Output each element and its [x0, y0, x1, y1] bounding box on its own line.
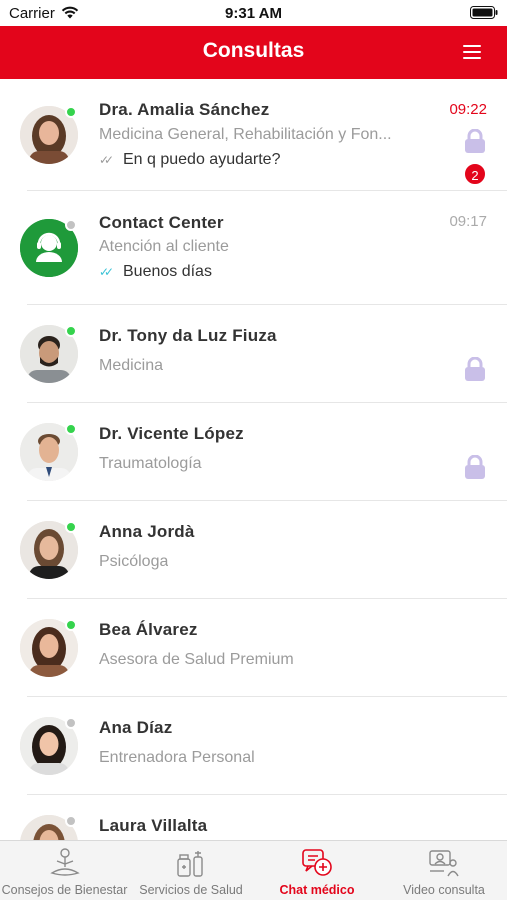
contact-specialty: Asesora de Salud Premium: [99, 651, 294, 668]
lock-icon: [464, 128, 486, 158]
contact-name: Dr. Vicente López: [99, 424, 244, 443]
status-bar: Carrier 9:31 AM: [0, 0, 507, 26]
battery-icon: [470, 6, 498, 24]
conversation-row-laura-villalta[interactable]: Laura Villalta: [0, 795, 507, 840]
conversation-row-contact-center[interactable]: Contact Center Atención al cliente ✓✓ Bue…: [0, 191, 507, 305]
message-time: 09:22: [449, 101, 487, 118]
conversation-row-anna-jorda[interactable]: Anna Jordà Psicóloga: [0, 501, 507, 599]
tab-video-consulta[interactable]: Video consulta: [381, 841, 507, 900]
last-message: ✓✓ En q puedo ayudarte?: [99, 151, 280, 169]
contact-name: Contact Center: [99, 213, 224, 232]
double-check-read-icon: ✓✓: [99, 265, 114, 279]
online-status-indicator: [65, 619, 77, 631]
tab-label: Chat médico: [279, 883, 355, 897]
bottom-tab-bar: Consejos de Bienestar Servicios de Salud…: [0, 840, 507, 900]
nav-bar: Consultas: [0, 26, 507, 79]
avatar: [20, 219, 78, 277]
contact-name: Bea Álvarez: [99, 620, 198, 639]
offline-status-indicator: [65, 717, 77, 729]
online-status-indicator: [65, 106, 77, 118]
unread-count-badge: 2: [463, 162, 487, 186]
contact-name: Ana Díaz: [99, 718, 173, 737]
last-message: ✓✓ Buenos días: [99, 263, 212, 281]
message-time: 09:17: [449, 213, 487, 230]
avatar: [20, 815, 78, 840]
hamburger-menu-icon[interactable]: [463, 45, 481, 59]
contact-name: Dra. Amalia Sánchez: [99, 100, 270, 119]
medical-supplies-icon: [174, 847, 208, 884]
tab-label: Video consulta: [403, 883, 485, 897]
avatar: [20, 521, 78, 579]
contact-specialty: Psicóloga: [99, 553, 169, 570]
contact-name: Laura Villalta: [99, 816, 208, 835]
tab-servicios-de-salud[interactable]: Servicios de Salud: [129, 841, 253, 900]
conversation-row-tony-da-luz-fiuza[interactable]: Dr. Tony da Luz Fiuza Medicina: [0, 305, 507, 403]
contact-name: Anna Jordà: [99, 522, 195, 541]
status-time: 9:31 AM: [225, 5, 282, 22]
online-status-indicator: [65, 325, 77, 337]
contact-specialty: Atención al cliente: [99, 238, 229, 255]
online-status-indicator: [65, 423, 77, 435]
tab-label: Consejos de Bienestar: [1, 883, 128, 897]
video-consultation-icon: [427, 847, 461, 884]
tab-chat-medico[interactable]: Chat médico: [253, 841, 381, 900]
contact-specialty: Traumatología: [99, 455, 202, 472]
conversation-row-amalia-sanchez[interactable]: Dra. Amalia Sánchez Medicina General, Re…: [0, 79, 507, 191]
conversation-row-ana-diaz[interactable]: Ana Díaz Entrenadora Personal: [0, 697, 507, 795]
last-message-text: En q puedo ayudarte?: [123, 151, 281, 168]
meditation-icon: [48, 847, 82, 884]
contact-specialty: Medicina General, Rehabilitación y Fon..…: [99, 126, 392, 143]
offline-status-indicator: [65, 815, 77, 827]
offline-status-indicator: [65, 219, 77, 231]
avatar: [20, 325, 78, 383]
double-check-icon: ✓✓: [99, 153, 114, 167]
avatar: [20, 619, 78, 677]
contact-specialty: Entrenadora Personal: [99, 749, 255, 766]
contact-specialty: Medicina: [99, 357, 164, 374]
conversation-list[interactable]: Dra. Amalia Sánchez Medicina General, Re…: [0, 79, 507, 840]
lock-icon: [464, 356, 486, 386]
online-status-indicator: [65, 521, 77, 533]
page-title: Consultas: [202, 39, 305, 62]
conversation-row-bea-alvarez[interactable]: Bea Álvarez Asesora de Salud Premium: [0, 599, 507, 697]
avatar: [20, 106, 78, 164]
medical-chat-icon: [300, 847, 334, 884]
contact-name: Dr. Tony da Luz Fiuza: [99, 326, 277, 345]
avatar: [20, 423, 78, 481]
avatar: [20, 717, 78, 775]
tab-label: Servicios de Salud: [139, 883, 243, 897]
lock-icon: [464, 454, 486, 484]
tab-consejos-de-bienestar[interactable]: Consejos de Bienestar: [0, 841, 129, 900]
conversation-row-vicente-lopez[interactable]: Dr. Vicente López Traumatología: [0, 403, 507, 501]
last-message-text: Buenos días: [123, 263, 212, 280]
